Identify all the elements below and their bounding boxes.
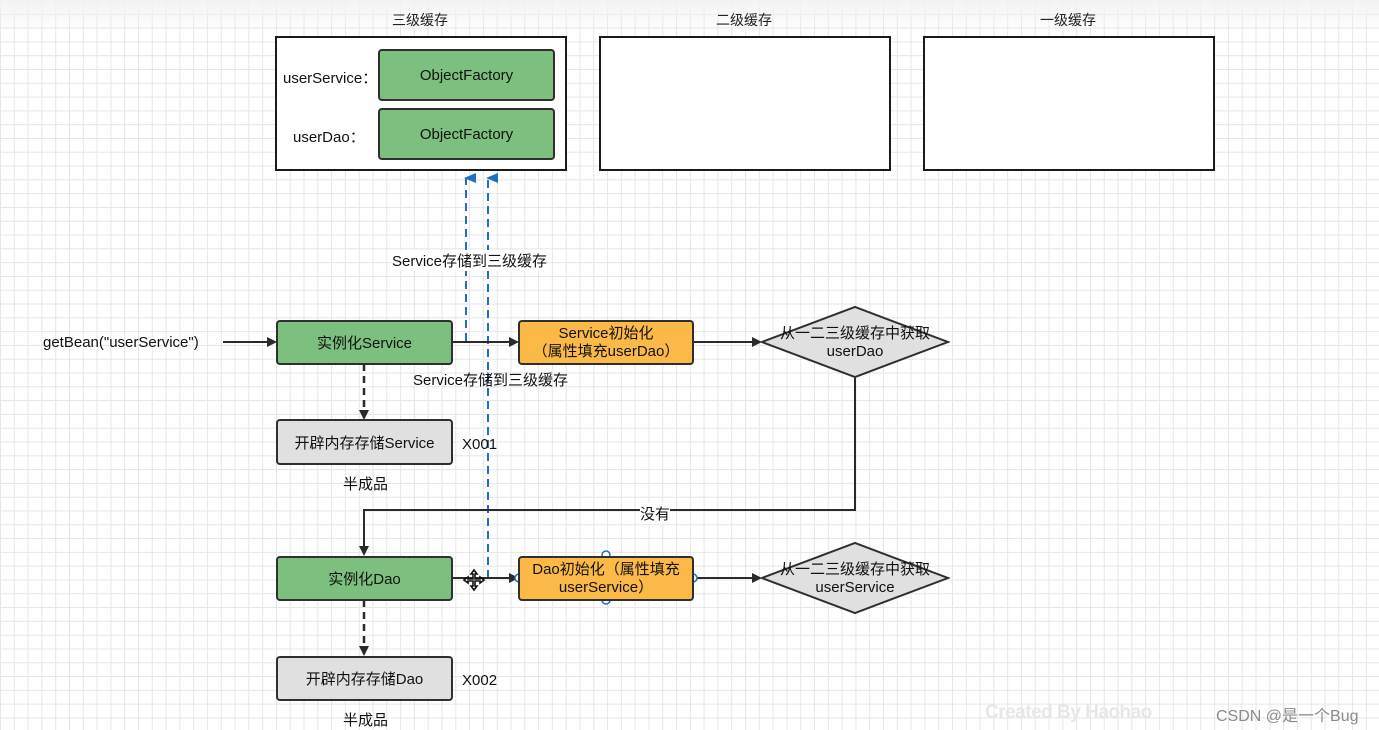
csdn-watermark: CSDN @是一个Bug: [1216, 708, 1359, 725]
getbean-label: getBean("userService"): [43, 334, 199, 351]
dao-init-line1: Dao初始化（属性填充: [532, 560, 680, 578]
move-cursor-icon: [462, 568, 486, 592]
dao-init-line2: userService）: [558, 578, 654, 596]
none-label: 没有: [640, 503, 671, 524]
service-init-line2: （属性填充userDao）: [532, 342, 680, 360]
instantiate-dao-node[interactable]: 实例化Dao: [276, 556, 453, 601]
store-service-label-bottom: Service存储到三级缓存: [413, 372, 569, 389]
service-init-line1: Service初始化: [558, 324, 654, 342]
dao-init-node[interactable]: Dao初始化（属性填充 userService）: [518, 556, 694, 601]
lookup-dao-line2: userDao: [826, 343, 884, 360]
half-product-label-2: 半成品: [343, 712, 389, 729]
addr-service-label: X001: [462, 436, 498, 453]
connector-lines: [223, 173, 951, 656]
lookup-service-line2: userService: [815, 579, 895, 596]
lookup-service-line1: 从一二三级缓存中获取: [779, 561, 930, 578]
alloc-service-node[interactable]: 开辟内存存储Service: [276, 419, 453, 465]
alloc-dao-node[interactable]: 开辟内存存储Dao: [276, 656, 453, 701]
created-by-watermark: Created By Haohao: [985, 702, 1152, 723]
service-init-node[interactable]: Service初始化 （属性填充userDao）: [518, 320, 694, 365]
instantiate-service-node[interactable]: 实例化Service: [276, 320, 453, 365]
store-service-label-top: Service存储到三级缓存: [392, 250, 548, 271]
half-product-label-1: 半成品: [343, 476, 389, 493]
lookup-dao-text: 从一二三级缓存中获取 userDao: [770, 325, 940, 361]
lookup-service-text: 从一二三级缓存中获取 userService: [770, 561, 940, 597]
addr-dao-label: X002: [462, 672, 498, 689]
lookup-dao-line1: 从一二三级缓存中获取: [779, 325, 930, 342]
